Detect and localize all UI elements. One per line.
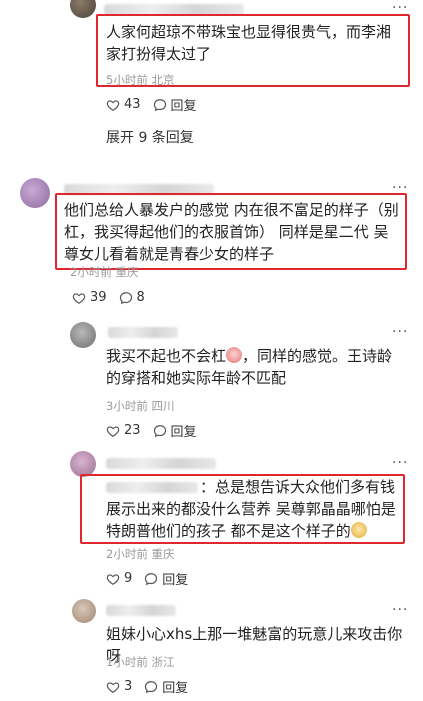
comment-meta: 2小时前 重庆	[70, 264, 138, 280]
reply-text: 我买不起也不会杠 ，同样的感觉。王诗龄的穿搭和她实际年龄不匹配	[106, 345, 406, 389]
like-button[interactable]: 39	[72, 290, 107, 305]
comment-actions: 43 回复	[106, 95, 197, 114]
like-button[interactable]: 43	[106, 97, 141, 112]
expand-replies-button[interactable]: 展开 9 条回复	[106, 127, 194, 147]
reply-label: 回复	[170, 425, 197, 440]
reply-button[interactable]: 回复	[153, 421, 197, 440]
comment-location: 四川	[151, 399, 175, 413]
comment-location: 重庆	[115, 265, 139, 279]
avatar[interactable]	[70, 0, 96, 18]
reply-button[interactable]: 回复	[153, 95, 197, 114]
comment-location: 浙江	[151, 655, 175, 669]
more-icon[interactable]: ···	[392, 455, 408, 471]
like-button[interactable]: 23	[106, 423, 141, 438]
heart-icon	[72, 292, 86, 304]
comment-time: 2小时前	[70, 265, 112, 279]
comment-actions: 23 回复	[106, 421, 197, 440]
comment-actions: 39 8	[72, 290, 145, 305]
comment-meta: 5小时前 北京	[106, 72, 174, 88]
emoji-icon	[350, 522, 367, 538]
reply-label: 回复	[170, 99, 197, 114]
avatar[interactable]	[20, 178, 50, 208]
comment-meta: 3小时前 四川	[106, 398, 174, 414]
more-icon[interactable]: ···	[392, 602, 408, 618]
emoji-icon	[226, 347, 243, 363]
comment-text: 人家何超琼不带珠宝也显得很贵气，而李湘家打扮得太过了	[106, 23, 392, 63]
reply-text: ：总是想告诉大众他们多有钱 展示出来的都没什么营养 吴尊郭晶晶哪怕是特朗普他们的…	[106, 476, 402, 542]
comment-actions: 3 回复	[106, 677, 188, 696]
username-blurred[interactable]	[108, 327, 178, 338]
more-icon[interactable]: ···	[392, 324, 408, 340]
comments-button[interactable]: 8	[119, 290, 145, 305]
like-count: 39	[90, 290, 107, 305]
comment-time: 2小时前	[106, 547, 148, 561]
heart-icon	[106, 573, 120, 585]
heart-icon	[106, 99, 120, 111]
reply-label: 回复	[162, 681, 189, 696]
comment-actions: 9 回复	[106, 569, 188, 588]
like-count: 43	[124, 97, 141, 112]
comment-meta: 1小时前 浙江	[106, 654, 174, 670]
comment-text: 他们总给人暴发户的感觉 内在很不富足的样子（别杠，我买得起他们的衣服首饰） 同样…	[64, 201, 399, 263]
like-button[interactable]: 9	[106, 571, 132, 586]
avatar[interactable]	[70, 322, 96, 348]
like-count: 23	[124, 423, 141, 438]
comments-count: 8	[136, 290, 145, 305]
reply-label: 回复	[162, 573, 189, 588]
comment-location: 重庆	[151, 547, 175, 561]
like-count: 9	[124, 571, 133, 586]
chat-icon	[153, 98, 166, 111]
username-blurred[interactable]	[106, 458, 216, 469]
reply-text-start: 我买不起也不会杠	[106, 347, 227, 365]
chat-icon	[145, 680, 158, 693]
chat-icon	[153, 424, 166, 437]
username-blurred[interactable]	[106, 605, 176, 616]
avatar[interactable]	[72, 599, 96, 623]
like-button[interactable]: 3	[106, 679, 132, 694]
comment-location: 北京	[151, 73, 175, 87]
comment-time: 3小时前	[106, 399, 148, 413]
like-count: 3	[124, 679, 133, 694]
chat-icon	[119, 291, 132, 304]
reply-button[interactable]: 回复	[144, 677, 188, 696]
chat-icon	[145, 572, 158, 585]
comment-time: 1小时前	[106, 655, 148, 669]
reply-button[interactable]: 回复	[144, 569, 188, 588]
heart-icon	[106, 681, 120, 693]
comment-time: 5小时前	[106, 73, 148, 87]
heart-icon	[106, 425, 120, 437]
comment-meta: 2小时前 重庆	[106, 546, 174, 562]
